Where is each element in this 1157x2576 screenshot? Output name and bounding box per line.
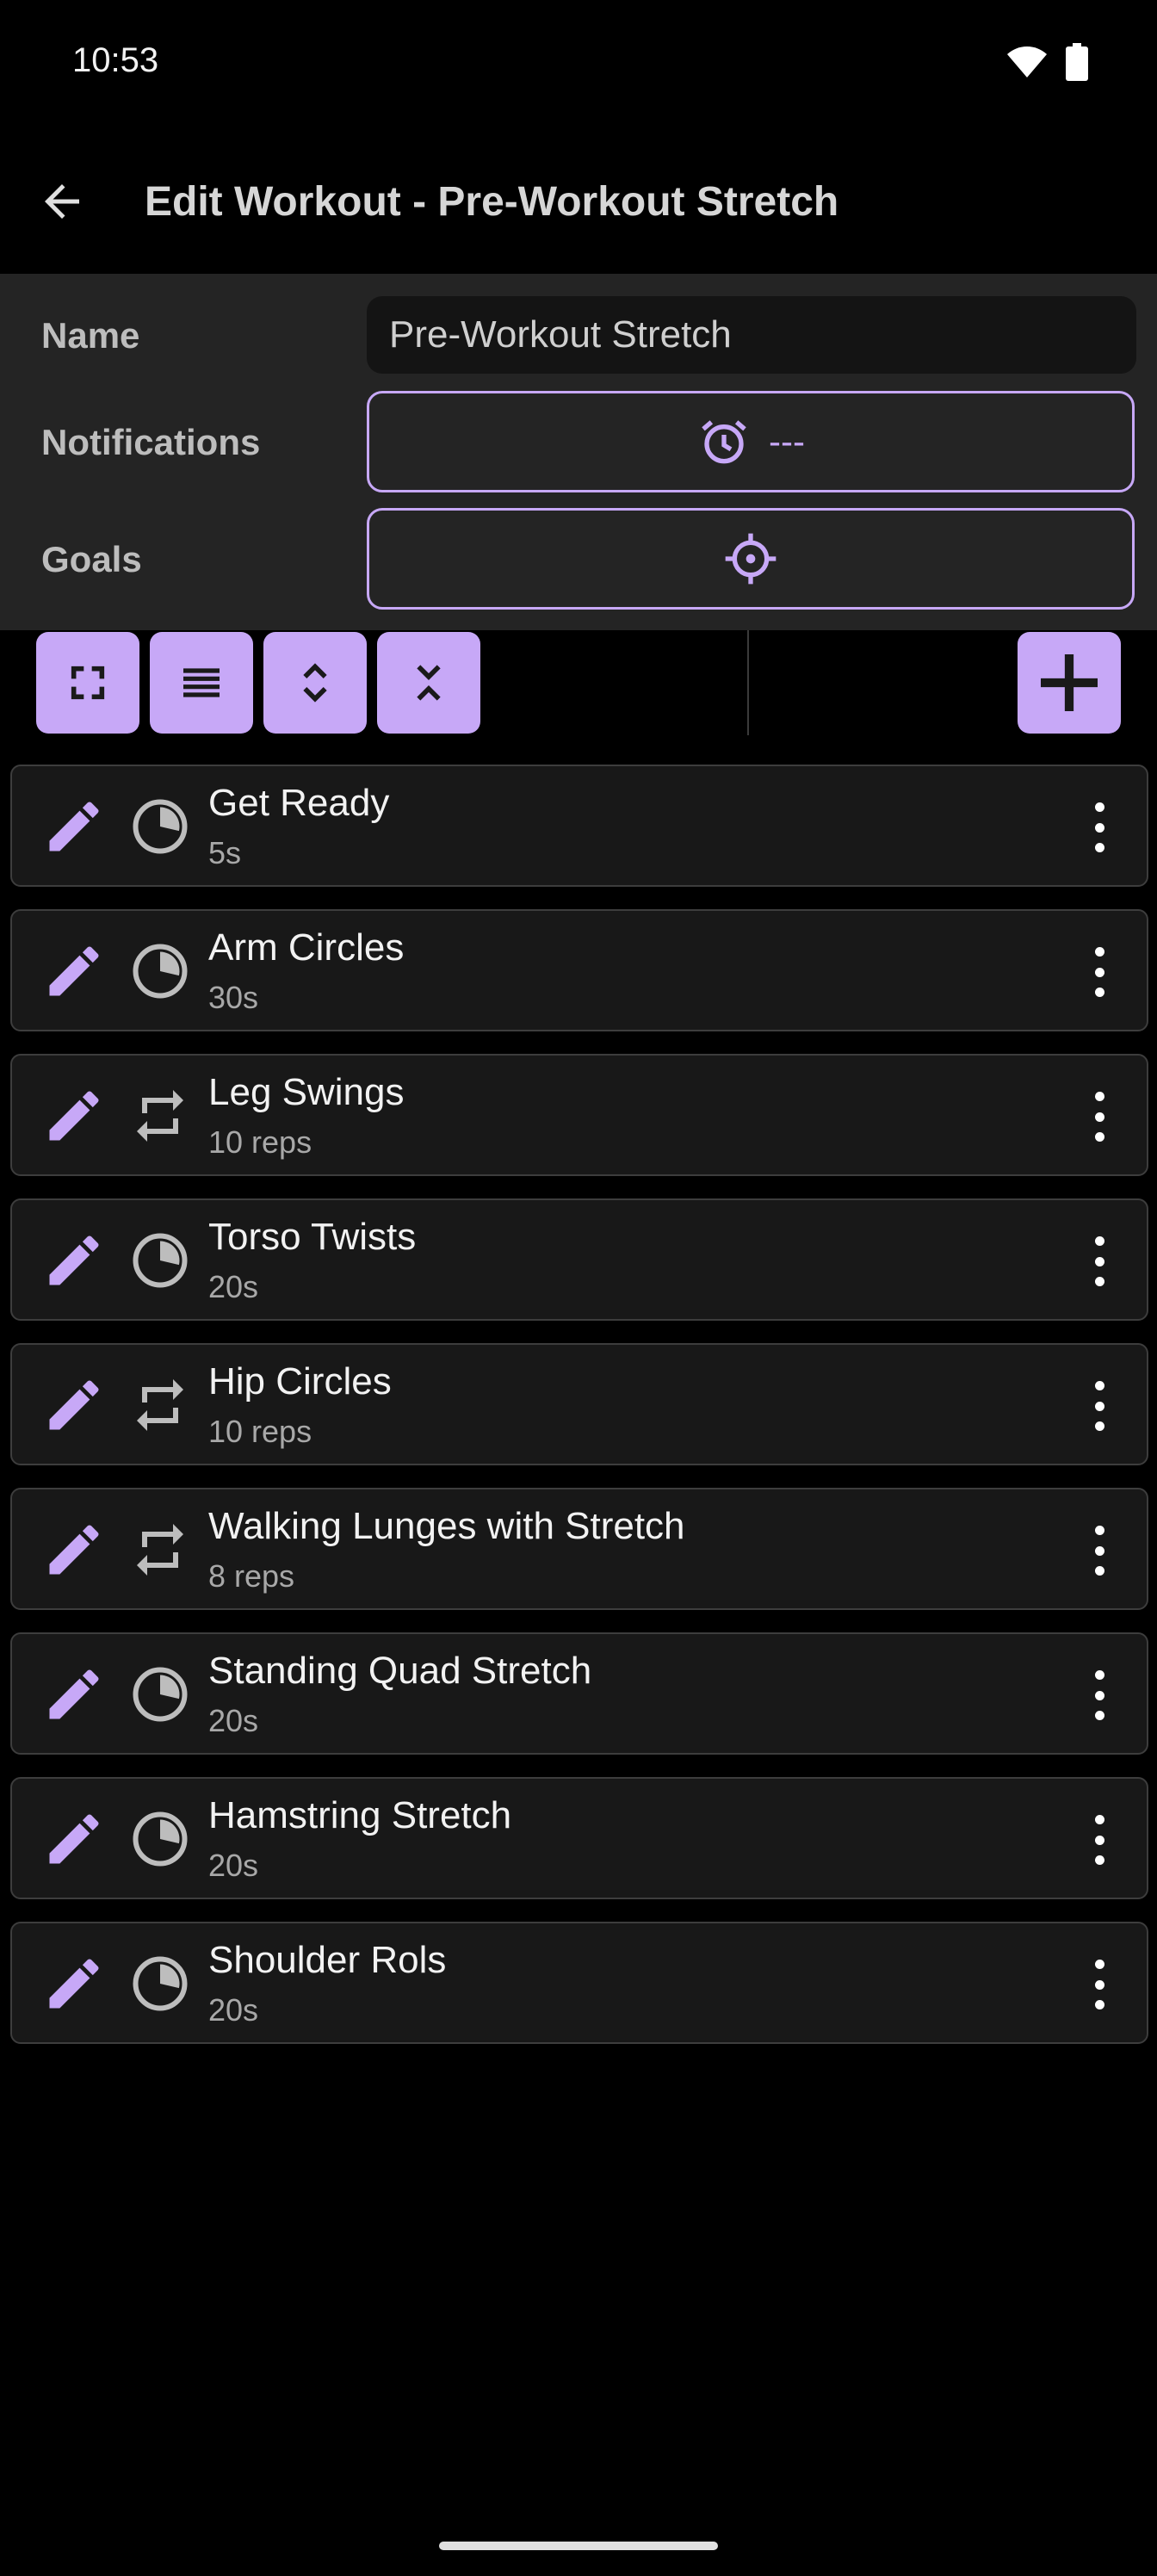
- edit-icon[interactable]: [41, 1806, 107, 1872]
- arrow-back-icon: [45, 184, 79, 219]
- more-options-button[interactable]: [1078, 1085, 1121, 1149]
- page-title: Edit Workout - Pre-Workout Stretch: [145, 178, 839, 225]
- list-item[interactable]: Get Ready 5s: [10, 765, 1148, 887]
- edit-icon[interactable]: [41, 1372, 107, 1438]
- more-options-button[interactable]: [1078, 1953, 1121, 2016]
- exercise-detail: 8 reps: [208, 1558, 295, 1594]
- list-item[interactable]: Walking Lunges with Stretch 8 reps: [10, 1488, 1148, 1610]
- collapse-all-button[interactable]: [377, 632, 480, 734]
- more-options-button[interactable]: [1078, 1663, 1121, 1727]
- back-button[interactable]: [28, 167, 96, 236]
- exercise-name: Walking Lunges with Stretch: [208, 1505, 685, 1547]
- fullscreen-button[interactable]: [36, 632, 139, 734]
- wifi-icon: [1007, 46, 1047, 77]
- exercise-detail: 5s: [208, 835, 242, 870]
- exercise-detail: 20s: [208, 1992, 259, 2028]
- exercise-detail: 20s: [208, 1269, 259, 1304]
- expand-icon: [303, 663, 327, 703]
- add-exercise-button[interactable]: [1018, 632, 1121, 734]
- timer-icon: [133, 1233, 188, 1288]
- more-options-button[interactable]: [1078, 940, 1121, 1004]
- exercise-name: Leg Swings: [208, 1071, 405, 1113]
- status-icons: [1005, 43, 1088, 81]
- edit-icon[interactable]: [41, 938, 107, 1004]
- more-options-button[interactable]: [1078, 1229, 1121, 1293]
- exercise-name: Get Ready: [208, 782, 390, 824]
- workout-settings-panel: Name Notifications --- Goals: [0, 274, 1157, 630]
- timer-icon: [133, 1811, 188, 1867]
- more-options-button[interactable]: [1078, 1374, 1121, 1438]
- edit-icon[interactable]: [41, 1951, 107, 2016]
- home-indicator[interactable]: [439, 2542, 718, 2550]
- add-icon: [1041, 654, 1098, 711]
- expand-all-button[interactable]: [263, 632, 367, 734]
- name-input[interactable]: [367, 296, 1136, 374]
- app-bar: Edit Workout - Pre-Workout Stretch: [0, 129, 1157, 274]
- edit-icon[interactable]: [41, 1517, 107, 1582]
- exercise-name: Torso Twists: [208, 1216, 417, 1258]
- exercise-name: Hip Circles: [208, 1360, 392, 1403]
- goals-label: Goals: [41, 539, 142, 579]
- exercise-detail: 20s: [208, 1848, 259, 1883]
- exercise-name: Hamstring Stretch: [208, 1794, 512, 1836]
- target-icon: [725, 533, 776, 585]
- battery-icon: [1066, 43, 1088, 81]
- exercise-detail: 20s: [208, 1703, 259, 1738]
- edit-icon[interactable]: [41, 1083, 107, 1149]
- exercise-list: Get Ready 5s Arm Circles 30s Leg Swings …: [10, 765, 1148, 2066]
- more-options-button[interactable]: [1078, 1808, 1121, 1872]
- edit-icon[interactable]: [41, 1228, 107, 1293]
- name-label: Name: [41, 315, 140, 356]
- status-bar: 10:53: [0, 0, 1157, 129]
- list-item[interactable]: Hip Circles 10 reps: [10, 1343, 1148, 1465]
- status-time: 10:53: [72, 41, 159, 79]
- timer-icon: [133, 1667, 188, 1722]
- list-item[interactable]: Hamstring Stretch 20s: [10, 1777, 1148, 1899]
- goals-button[interactable]: [367, 508, 1135, 610]
- list-item[interactable]: Arm Circles 30s: [10, 909, 1148, 1031]
- list-item[interactable]: Standing Quad Stretch 20s: [10, 1632, 1148, 1755]
- list-view-button[interactable]: [150, 632, 253, 734]
- exercise-name: Arm Circles: [208, 926, 405, 969]
- notifications-button[interactable]: ---: [367, 391, 1135, 492]
- exercise-detail: 30s: [208, 980, 259, 1015]
- list-item[interactable]: Leg Swings 10 reps: [10, 1054, 1148, 1176]
- exercise-name: Standing Quad Stretch: [208, 1650, 592, 1692]
- collapse-icon: [417, 665, 441, 701]
- timer-icon: [133, 799, 188, 854]
- more-options-button[interactable]: [1078, 1519, 1121, 1582]
- repeat-icon: [137, 1379, 183, 1431]
- more-options-button[interactable]: [1078, 796, 1121, 859]
- edit-icon[interactable]: [41, 794, 107, 859]
- alarm-icon: [702, 420, 746, 464]
- repeat-icon: [137, 1090, 183, 1142]
- exercise-name: Shoulder Rols: [208, 1939, 447, 1981]
- repeat-icon: [137, 1524, 183, 1576]
- exercise-detail: 10 reps: [208, 1414, 312, 1449]
- fullscreen-icon: [71, 666, 105, 700]
- list-item[interactable]: Shoulder Rols 20s: [10, 1922, 1148, 2044]
- timer-icon: [133, 1956, 188, 2011]
- list-icon: [183, 668, 220, 697]
- timer-icon: [133, 944, 188, 999]
- notifications-label: Notifications: [41, 422, 261, 462]
- edit-icon[interactable]: [41, 1662, 107, 1727]
- toolbar-divider: [747, 630, 749, 735]
- exercise-detail: 10 reps: [208, 1124, 312, 1160]
- notifications-value: ---: [769, 421, 805, 461]
- list-item[interactable]: Torso Twists 20s: [10, 1198, 1148, 1321]
- list-toolbar: [0, 630, 1157, 735]
